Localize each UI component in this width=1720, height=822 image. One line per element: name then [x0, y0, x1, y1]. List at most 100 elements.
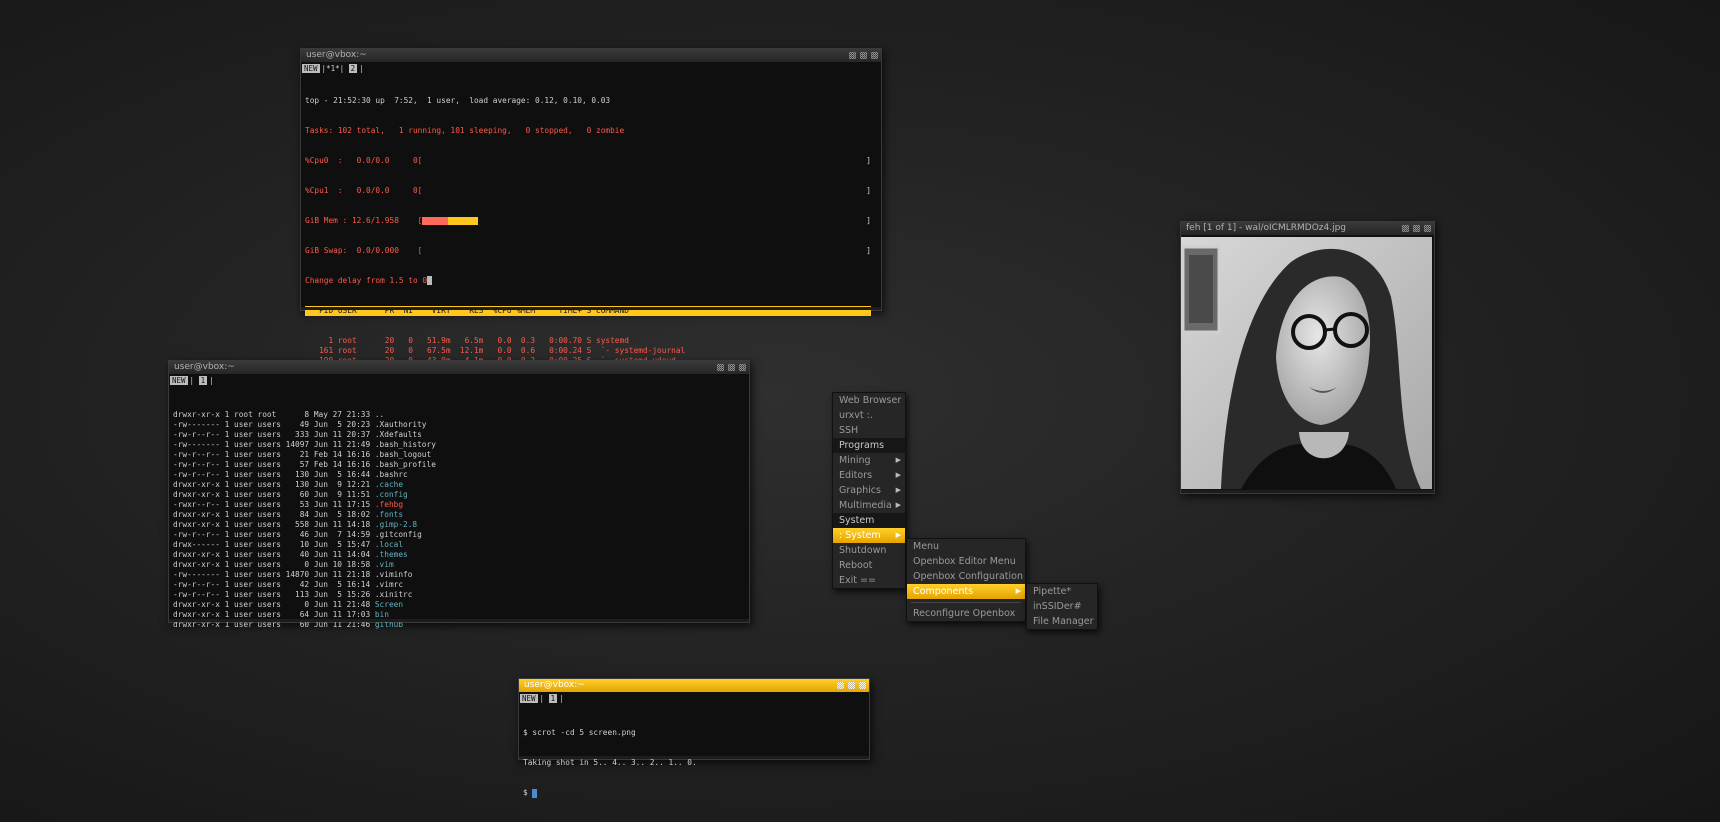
file-row[interactable]: -rw-r--r-- 1 user users 57 Feb 14 16:16 … [173, 460, 745, 470]
menu-item-exit[interactable]: Exit == [833, 573, 905, 588]
file-row[interactable]: drwxr-xr-x 1 user users 60 Jun 9 11:51 .… [173, 490, 745, 500]
file-name: .bash_history [374, 440, 436, 449]
file-row[interactable]: -rw-r--r-- 1 user users 46 Jun 7 14:59 .… [173, 530, 745, 540]
ls-terminal-window[interactable]: user@vbox:~ NEW | 1 | drwxr-xr-x 1 root ro… [168, 360, 750, 629]
file-row[interactable]: -rw-r--r-- 1 user users 333 Jun 11 20:37… [173, 430, 745, 440]
titlebar[interactable]: user@vbox:~ [519, 679, 869, 692]
menu-header-system: System [833, 513, 905, 528]
close-icon[interactable] [871, 52, 878, 59]
menu-item-label: urxvt :. [839, 410, 873, 421]
menu-item-label: Mining [839, 455, 871, 466]
process-row[interactable]: 1 root 20 0 51.9m 6.5m 0.0 0.3 0:00.70 S… [305, 336, 877, 346]
file-row[interactable]: drwxr-xr-x 1 user users 40 Jun 11 14:04 … [173, 550, 745, 560]
delay-prompt[interactable]: Change delay from 1.5 to 0 [305, 276, 877, 286]
file-row[interactable]: -rw------- 1 user users 14870 Jun 11 21:… [173, 570, 745, 580]
titlebar[interactable]: user@vbox:~ [301, 49, 881, 62]
iconify-icon[interactable] [1402, 225, 1409, 232]
menu-item-file-manager[interactable]: File Manager [1027, 614, 1097, 629]
scrollbar[interactable] [301, 307, 881, 310]
close-icon[interactable] [859, 682, 866, 689]
menu-item-label: Programs [839, 440, 885, 451]
menu-item-web-browser[interactable]: Web Browser [833, 393, 905, 408]
tab-1[interactable]: 1 [198, 376, 208, 385]
file-row[interactable]: drwxr-xr-x 1 user users 558 Jun 11 14:18… [173, 520, 745, 530]
menu-item-urxvt[interactable]: urxvt :. [833, 408, 905, 423]
maximize-icon[interactable] [848, 682, 855, 689]
iconify-icon[interactable] [849, 52, 856, 59]
file-meta: -rw-r--r-- 1 user users 333 Jun 11 20:37 [173, 430, 375, 439]
window-title: feh [1 of 1] - wal/oICMLRMDOz4.jpg [1186, 223, 1347, 233]
terminal-output[interactable]: drwxr-xr-x 1 root root 8 May 27 21:33 ..… [169, 386, 749, 650]
menu-item-label: Openbox Configuration [913, 571, 1023, 582]
menu-item-inssider[interactable]: inSSIDer# [1027, 599, 1097, 614]
maximize-icon[interactable] [728, 364, 735, 371]
menu-item-system[interactable]: : System ▶ [833, 528, 905, 543]
menu-item-reconfigure-openbox[interactable]: Reconfigure Openbox [907, 606, 1025, 621]
terminal-output[interactable]: $ scrot -cd 5 screen.png Taking shot in … [519, 704, 869, 818]
openbox-components-submenu[interactable]: Pipette* inSSIDer# File Manager [1026, 583, 1098, 630]
file-meta: drwxr-xr-x 1 user users 84 Jun 5 18:02 [173, 510, 375, 519]
menu-item-pipette[interactable]: Pipette* [1027, 584, 1097, 599]
maximize-icon[interactable] [1413, 225, 1420, 232]
menu-item-openbox-editor-menu[interactable]: Openbox Editor Menu [907, 554, 1025, 569]
menu-item-openbox-configuration[interactable]: Openbox Configuration [907, 569, 1025, 584]
iconify-icon[interactable] [837, 682, 844, 689]
scrollbar[interactable] [519, 756, 869, 759]
tab-new[interactable]: NEW [520, 694, 538, 703]
scrot-terminal-window[interactable]: user@vbox:~ NEW | 1 | $ scrot -cd 5 screen… [518, 678, 870, 798]
file-meta: -rw-r--r-- 1 user users 42 Jun 5 16:14 [173, 580, 375, 589]
menu-item-label: Exit == [839, 575, 876, 586]
file-row[interactable]: drwx------ 1 user users 10 Jun 5 15:47 .… [173, 540, 745, 550]
file-row[interactable]: -rw-r--r-- 1 user users 130 Jun 5 16:44 … [173, 470, 745, 480]
tab-bar: NEW | 1 | [520, 694, 564, 703]
tab-2[interactable]: 2 [348, 64, 358, 73]
file-name: .fonts [374, 510, 404, 519]
file-listing[interactable]: drwxr-xr-x 1 root root 8 May 27 21:33 ..… [173, 410, 745, 630]
menu-item-editors[interactable]: Editors ▶ [833, 468, 905, 483]
menu-item-graphics[interactable]: Graphics ▶ [833, 483, 905, 498]
top-terminal-window[interactable]: user@vbox:~ NEW |*1*| 2 | top - 21:52:30 u… [300, 48, 882, 475]
prompt-line[interactable]: $ [523, 788, 865, 798]
window-title: user@vbox:~ [524, 680, 585, 690]
iconify-icon[interactable] [717, 364, 724, 371]
file-row[interactable]: -rwxr--r-- 1 user users 53 Jun 11 17:15 … [173, 500, 745, 510]
feh-image-window[interactable]: feh [1 of 1] - wal/oICMLRMDOz4.jpg [1180, 221, 1435, 494]
menu-item-ssh[interactable]: SSH [833, 423, 905, 438]
file-row[interactable]: -rw------- 1 user users 49 Jun 5 20:23 .… [173, 420, 745, 430]
menu-item-shutdown[interactable]: Shutdown [833, 543, 905, 558]
close-icon[interactable] [1424, 225, 1431, 232]
menu-item-label: Web Browser [839, 395, 902, 406]
file-name: .gimp-2.8 [374, 520, 418, 529]
file-row[interactable]: drwxr-xr-x 1 user users 84 Jun 5 18:02 .… [173, 510, 745, 520]
tab-new[interactable]: NEW [302, 64, 320, 73]
file-row[interactable]: drwxr-xr-x 1 user users 0 Jun 10 18:58 .… [173, 560, 745, 570]
openbox-system-submenu[interactable]: Menu Openbox Editor Menu Openbox Configura… [906, 538, 1026, 622]
menu-item-reboot[interactable]: Reboot [833, 558, 905, 573]
tab-1[interactable]: *1* [326, 64, 340, 73]
menu-item-menu[interactable]: Menu [907, 539, 1025, 554]
file-row[interactable]: drwxr-xr-x 1 user users 130 Jun 9 12:21 … [173, 480, 745, 490]
file-name: .config [374, 490, 408, 499]
file-row[interactable]: drwxr-xr-x 1 root root 8 May 27 21:33 .. [173, 410, 745, 420]
file-row[interactable]: drwxr-xr-x 1 user users 0 Jun 11 21:48 S… [173, 600, 745, 610]
process-row[interactable]: 161 root 20 0 67.5m 12.1m 0.0 0.6 0:00.2… [305, 346, 877, 356]
maximize-icon[interactable] [860, 52, 867, 59]
menu-item-mining[interactable]: Mining ▶ [833, 453, 905, 468]
tab-1[interactable]: 1 [548, 694, 558, 703]
window-title: user@vbox:~ [174, 362, 235, 372]
submenu-arrow-icon: ▶ [895, 456, 901, 464]
file-meta: -rw------- 1 user users 49 Jun 5 20:23 [173, 420, 375, 429]
file-row[interactable]: -rw-r--r-- 1 user users 42 Jun 5 16:14 .… [173, 580, 745, 590]
file-row[interactable]: -rw-r--r-- 1 user users 113 Jun 5 15:26 … [173, 590, 745, 600]
close-icon[interactable] [739, 364, 746, 371]
menu-item-components[interactable]: Components ▶ [907, 584, 1025, 599]
titlebar[interactable]: feh [1 of 1] - wal/oICMLRMDOz4.jpg [1181, 222, 1434, 235]
scrollbar[interactable] [169, 619, 749, 622]
file-row[interactable]: -rw------- 1 user users 14097 Jun 11 21:… [173, 440, 745, 450]
tab-new[interactable]: NEW [170, 376, 188, 385]
openbox-root-menu[interactable]: Web Browser urxvt :. SSH Programs Mining ▶ Edi… [832, 392, 906, 589]
file-row[interactable]: -rw-r--r-- 1 user users 21 Feb 14 16:16 … [173, 450, 745, 460]
titlebar[interactable]: user@vbox:~ [169, 361, 749, 374]
menu-item-multimedia[interactable]: Multimedia ▶ [833, 498, 905, 513]
menu-item-label: Reconfigure Openbox [913, 608, 1016, 619]
